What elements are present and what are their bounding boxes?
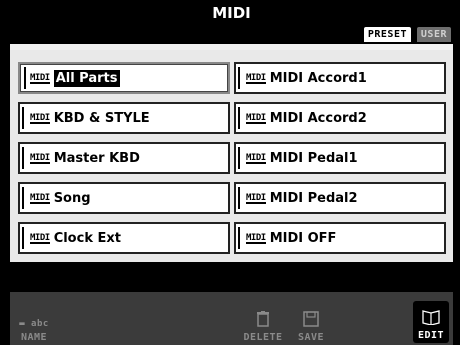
preset-item-master-kbd[interactable]: MIDI Master KBD (18, 142, 230, 174)
save-button[interactable]: SAVE (292, 301, 330, 343)
midi-icon: MIDI (30, 233, 50, 244)
function-footer: ▬ abc NAME DELETE SAVE EDIT (10, 292, 453, 345)
edit-button[interactable]: EDIT (413, 301, 449, 343)
midi-icon: MIDI (30, 153, 50, 164)
preset-item-midi-pedal2[interactable]: MIDI MIDI Pedal2 (234, 182, 446, 214)
preset-item-midi-pedal1[interactable]: MIDI MIDI Pedal1 (234, 142, 446, 174)
delete-button[interactable]: DELETE (240, 301, 286, 343)
floppy-disk-icon (303, 311, 319, 330)
preset-item-all-parts[interactable]: MIDI All Parts (18, 62, 230, 94)
tabs-strip: PRESET USER (10, 24, 453, 44)
preset-item-label: MIDI Pedal2 (269, 190, 358, 206)
preset-item-label: All Parts (53, 69, 120, 87)
preset-item-midi-accord1[interactable]: MIDI MIDI Accord1 (234, 62, 446, 94)
midi-icon: MIDI (246, 73, 266, 84)
edit-button-label: EDIT (417, 330, 445, 341)
midi-icon: MIDI (246, 153, 266, 164)
panel-bottom-bar (10, 262, 453, 292)
save-button-label: SAVE (297, 332, 325, 343)
preset-item-song[interactable]: MIDI Song (18, 182, 230, 214)
preset-item-clock-ext[interactable]: MIDI Clock Ext (18, 222, 230, 254)
tab-user[interactable]: USER (416, 27, 451, 42)
midi-screen: MIDI PRESET USER MIDI All Parts MIDI KBD… (0, 0, 460, 345)
name-icon: ▬ abc (19, 319, 49, 329)
preset-item-midi-off[interactable]: MIDI MIDI OFF (234, 222, 446, 254)
preset-item-label: Clock Ext (53, 230, 121, 246)
midi-icon: MIDI (246, 113, 266, 124)
tab-preset[interactable]: PRESET (363, 27, 411, 42)
preset-list-panel: MIDI All Parts MIDI KBD & STYLE MIDI Mas… (10, 44, 453, 272)
delete-button-label: DELETE (243, 332, 283, 343)
preset-item-label: Song (53, 190, 91, 206)
preset-item-label: MIDI Pedal1 (269, 150, 358, 166)
name-button-label: NAME (20, 332, 48, 343)
midi-icon: MIDI (30, 113, 50, 124)
name-button[interactable]: ▬ abc NAME (16, 301, 52, 343)
preset-item-label: MIDI Accord1 (269, 70, 367, 86)
preset-item-label: MIDI Accord2 (269, 110, 367, 126)
midi-icon: MIDI (30, 73, 50, 84)
trash-icon (257, 311, 269, 330)
preset-item-label: KBD & STYLE (53, 110, 150, 126)
preset-item-midi-accord2[interactable]: MIDI MIDI Accord2 (234, 102, 446, 134)
preset-item-label: Master KBD (53, 150, 140, 166)
midi-icon: MIDI (246, 233, 266, 244)
midi-icon: MIDI (30, 193, 50, 204)
book-edit-icon (422, 309, 440, 328)
preset-item-kbd-style[interactable]: MIDI KBD & STYLE (18, 102, 230, 134)
screen-title: MIDI (10, 2, 453, 24)
midi-icon: MIDI (246, 193, 266, 204)
preset-item-label: MIDI OFF (269, 230, 337, 246)
